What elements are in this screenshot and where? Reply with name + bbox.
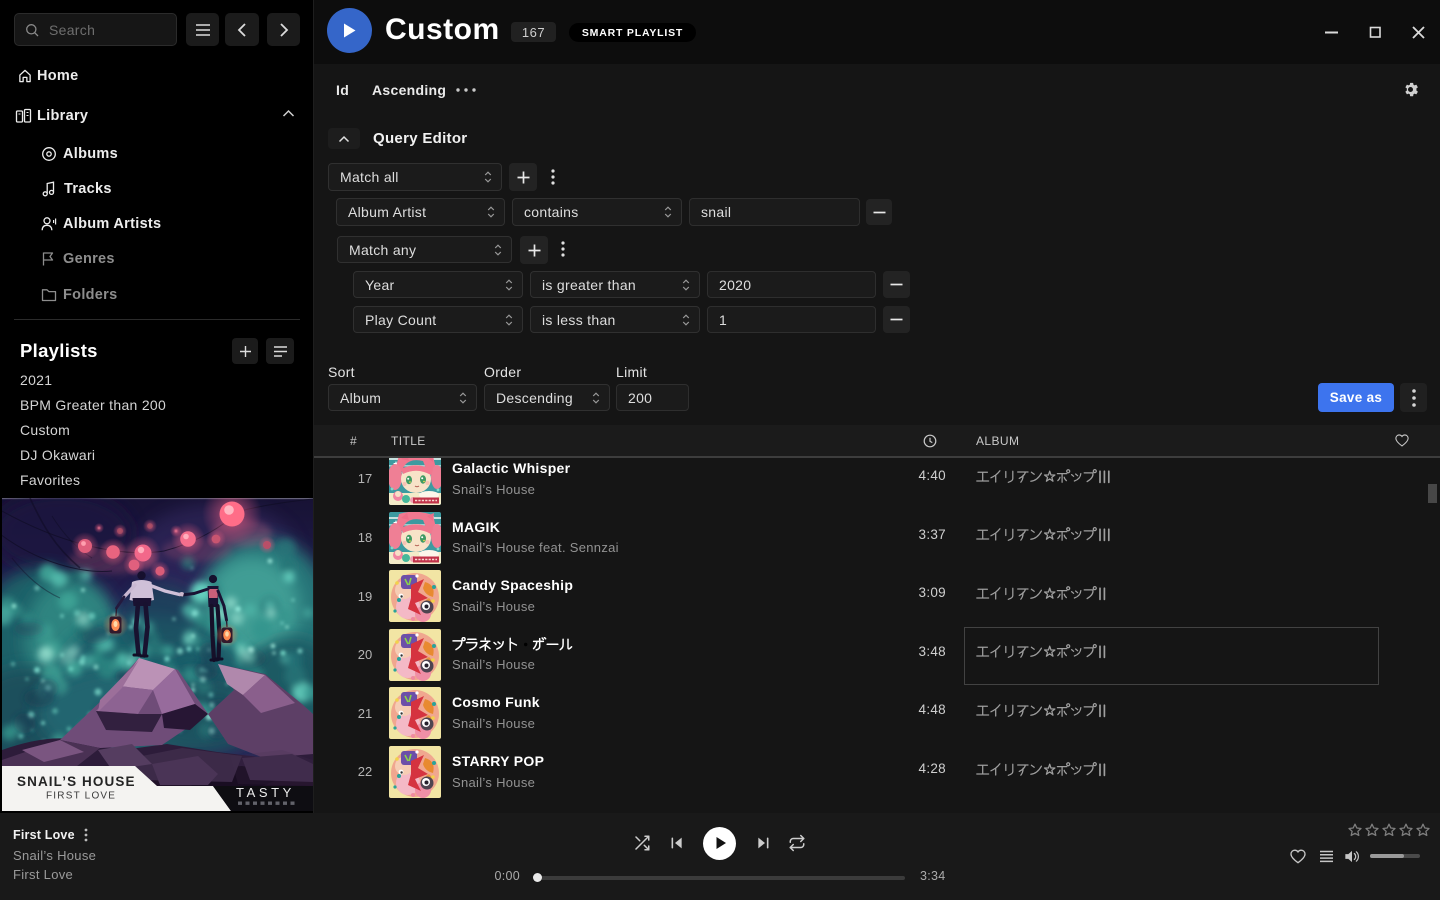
- svg-text:TASTY: TASTY: [236, 785, 295, 800]
- svg-text:FIRST LOVE: FIRST LOVE: [46, 791, 116, 802]
- svg-text:SNAIL’S HOUSE: SNAIL’S HOUSE: [17, 774, 136, 789]
